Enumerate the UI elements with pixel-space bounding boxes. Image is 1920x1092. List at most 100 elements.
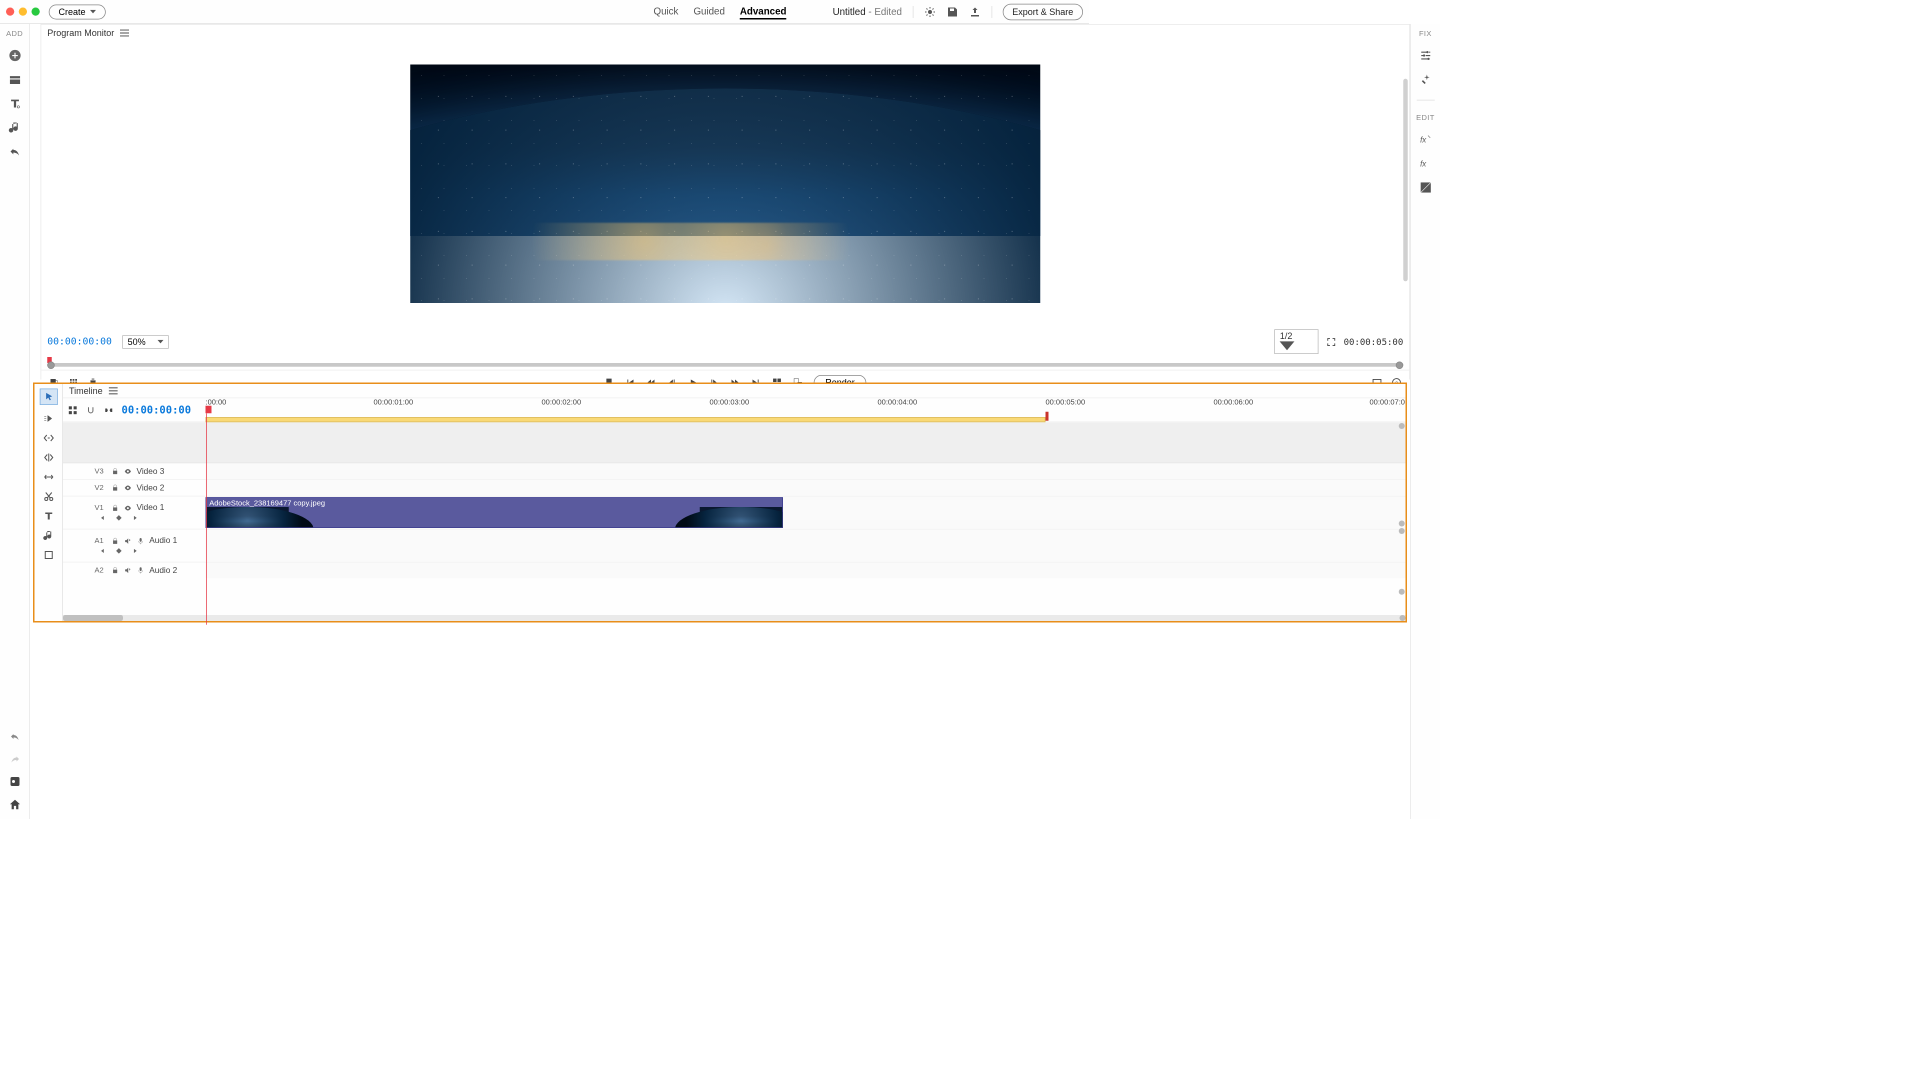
selection-tool-icon[interactable] (39, 389, 57, 406)
project-assets-icon[interactable] (8, 73, 22, 87)
prev-keyframe-icon[interactable] (99, 514, 107, 522)
type-tool-icon[interactable] (42, 510, 56, 522)
snap-icon[interactable] (86, 405, 97, 416)
applied-effects-icon[interactable]: fx (1419, 157, 1433, 171)
tab-quick[interactable]: Quick (654, 4, 679, 20)
track-name: Video 3 (137, 467, 165, 476)
add-media-icon[interactable] (8, 49, 22, 63)
timeline-clip[interactable]: AdobeStock_238169477 copy.jpeg (206, 497, 784, 528)
monitor-vscroll[interactable] (1403, 79, 1408, 282)
global-redo-icon[interactable] (9, 753, 21, 765)
speaker-icon[interactable] (124, 537, 132, 545)
monitor-zoom-handle-right[interactable] (1396, 362, 1404, 370)
track-id: V2 (95, 484, 107, 492)
eye-icon[interactable] (124, 484, 132, 492)
track-a2[interactable]: A2 Audio 2 (63, 562, 1406, 579)
svg-text:fx: fx (1420, 159, 1427, 168)
monitor-zoom-handle-left[interactable] (47, 362, 55, 370)
track-v1[interactable]: V1 Video 1 AdobeStock_2 (63, 496, 1406, 529)
export-share-button[interactable]: Export & Share (1002, 3, 1083, 20)
create-label: Create (59, 6, 86, 17)
timeline-menu-icon[interactable] (68, 405, 79, 416)
prev-keyframe-icon[interactable] (99, 547, 107, 555)
monitor-scrubber[interactable] (47, 363, 1403, 367)
ripple-edit-tool-icon[interactable] (42, 432, 56, 444)
razor-tool-icon[interactable] (42, 491, 56, 503)
undo-icon[interactable] (8, 145, 22, 159)
monitor-end-timecode: 00:00:05:00 (1344, 336, 1404, 347)
linked-selection-icon[interactable] (104, 405, 115, 416)
fullscreen-icon[interactable] (1326, 336, 1337, 347)
track-name: Audio 1 (149, 536, 177, 545)
ruler-tick: 00:00:07:0 (1370, 398, 1405, 406)
timeline-panel: Timeline 00:00:00:00 :00:00 00:00:01:00 … (33, 383, 1407, 623)
zoom-value: 50% (128, 336, 146, 347)
timeline-hscroll[interactable] (63, 615, 1406, 621)
ruler-tick: 00:00:05:00 (1046, 398, 1086, 406)
adjustments-icon[interactable] (1419, 49, 1433, 63)
monitor-timecode[interactable]: 00:00:00:00 (47, 336, 112, 347)
track-id: A1 (95, 537, 107, 545)
svg-text:fx: fx (1420, 135, 1427, 144)
hand-tool-icon[interactable] (42, 549, 56, 561)
lock-icon[interactable] (111, 566, 119, 574)
speaker-icon[interactable] (124, 566, 132, 574)
next-keyframe-icon[interactable] (131, 514, 139, 522)
brightness-icon[interactable] (924, 6, 936, 18)
zoom-select[interactable]: 50% (122, 335, 169, 349)
timeline-title: Timeline (69, 386, 103, 397)
panel-menu-icon[interactable] (120, 29, 129, 37)
global-undo-icon[interactable] (9, 731, 21, 743)
edit-label: EDIT (1416, 114, 1435, 122)
mic-icon[interactable] (137, 566, 145, 574)
save-icon[interactable] (946, 6, 958, 18)
color-icon[interactable] (1419, 181, 1433, 195)
add-keyframe-icon[interactable] (115, 547, 123, 555)
window-maximize[interactable] (32, 8, 40, 16)
window-minimize[interactable] (19, 8, 27, 16)
track-name: Audio 2 (149, 566, 177, 575)
tab-advanced[interactable]: Advanced (740, 4, 787, 20)
left-sidebar-label: ADD (6, 30, 23, 38)
tab-guided[interactable]: Guided (693, 4, 724, 20)
track-name: Video 1 (137, 503, 165, 512)
organizer-icon[interactable] (9, 776, 21, 788)
timeline-vscroll[interactable] (1398, 423, 1406, 614)
lock-icon[interactable] (111, 537, 119, 545)
timeline-timecode[interactable]: 00:00:00:00 (122, 404, 192, 416)
auto-fix-icon[interactable] (1419, 73, 1433, 87)
upload-icon[interactable] (969, 6, 981, 18)
playback-quality-select[interactable]: 1/2 (1275, 329, 1319, 354)
audio-icon[interactable] (8, 121, 22, 135)
track-select-tool-icon[interactable] (42, 413, 56, 425)
chevron-down-icon (90, 10, 96, 14)
next-keyframe-icon[interactable] (131, 547, 139, 555)
create-button[interactable]: Create (49, 4, 106, 19)
rolling-edit-tool-icon[interactable] (42, 452, 56, 464)
rate-stretch-tool-icon[interactable] (42, 471, 56, 483)
window-close[interactable] (6, 8, 14, 16)
track-a1[interactable]: A1 Audio 1 (63, 529, 1406, 562)
ruler-tick: 00:00:06:00 (1214, 398, 1254, 406)
titles-icon[interactable] (8, 97, 22, 111)
track-id: V3 (95, 467, 107, 475)
track-v3[interactable]: V3 Video 3 (63, 463, 1406, 480)
ruler-tick: 00:00:03:00 (710, 398, 750, 406)
timeline-playhead[interactable] (206, 405, 212, 413)
track-v2[interactable]: V2 Video 2 (63, 479, 1406, 496)
add-keyframe-icon[interactable] (115, 514, 123, 522)
lock-icon[interactable] (111, 504, 119, 512)
monitor-canvas[interactable] (410, 65, 1040, 304)
timeline-ruler[interactable]: :00:00 00:00:01:00 00:00:02:00 00:00:03:… (206, 398, 1406, 422)
panel-menu-icon[interactable] (109, 387, 118, 395)
lock-icon[interactable] (111, 484, 119, 492)
pen-tool-icon[interactable] (42, 530, 56, 542)
lock-icon[interactable] (111, 467, 119, 475)
eye-icon[interactable] (124, 467, 132, 475)
monitor-title: Program Monitor (47, 28, 114, 39)
mic-icon[interactable] (137, 537, 145, 545)
eye-icon[interactable] (124, 504, 132, 512)
home-icon[interactable] (8, 798, 22, 812)
effects-fx-icon[interactable]: fx (1419, 133, 1433, 147)
track-id: V1 (95, 504, 107, 512)
